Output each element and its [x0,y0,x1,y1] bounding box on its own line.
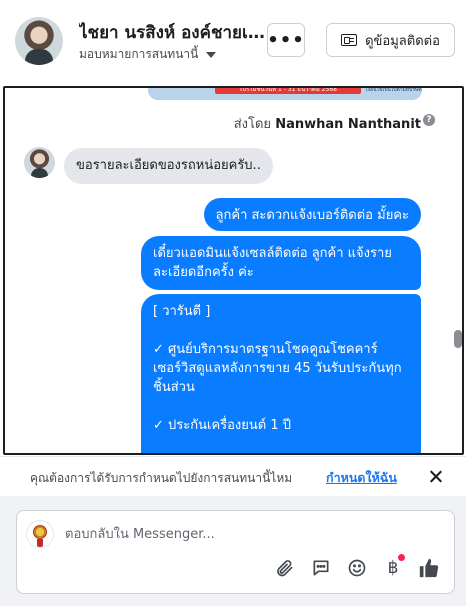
sent-by-name: Nanwhan Nanthanit [275,117,421,132]
assign-question: คุณต้องการได้รับการกำหนดไปยังการสนทนานี้… [30,471,293,485]
close-icon[interactable] [427,468,445,486]
details-heading: [ วารันตี ] [153,304,211,319]
conversation-header: ไชยา นรสิงห์ องค์ชายเจ้... มอบหมายการสนท… [0,0,466,84]
contact-name[interactable]: ไชยา นรสิงห์ องค์ชายเจ้... [79,19,265,46]
baht-icon[interactable]: ฿ [382,554,405,579]
composer-area: ฿ [0,496,466,606]
assign-prompt-bar: คุณต้องการได้รับการกำหนดไปยังการสนทนานี้… [0,456,466,496]
thumbs-up-icon[interactable] [418,557,440,579]
more-icon: ••• [267,29,305,51]
emoji-icon[interactable] [346,557,368,579]
more-options-button[interactable]: ••• [267,23,305,57]
outgoing-message[interactable]: ลูกค้า สะดวกแจ้งเบอร์ติดต่อ มั้ยคะ [203,198,421,231]
view-contact-button[interactable]: ดูข้อมูลติดต่อ [326,23,455,57]
caret-down-icon [206,51,217,58]
promo-small-text: เงื่อนไขเป็นไปตามที่บริษัทกำหนด [366,87,422,93]
details-item: ✓ ประกันเครื่องยนต์ 1 ปี [153,418,292,433]
incoming-message[interactable]: ขอรายละเอียดของรถหน่อยครับ.. [64,148,273,184]
view-contact-label: ดูข้อมูลติดต่อ [365,33,440,49]
assign-conversation-label: มอบหมายการสนทนานี้ [79,47,199,61]
promo-banner-text: โปรโมชั่นวันที่ 1 - 31 ธันวาคม 2568 [215,88,361,94]
sent-by-label: ส่งโดย Nanwhan Nanthanit [234,113,421,134]
paperclip-icon[interactable] [274,557,296,579]
assign-to-me-link[interactable]: กำหนดให้ฉัน [326,468,397,488]
reply-input[interactable] [65,523,425,545]
assign-conversation-dropdown[interactable]: มอบหมายการสนทนานี้ [79,45,217,64]
sent-by-prefix: ส่งโดย [233,117,272,132]
sender-avatar[interactable] [24,147,55,178]
composer-toolbar: ฿ [274,554,440,579]
reply-composer: ฿ [16,510,455,594]
contact-card-icon [341,34,358,46]
promo-image-attachment[interactable]: โปรโมชั่นวันที่ 1 - 31 ธันวาคม 2568 เงื่… [148,87,422,100]
chat-icon[interactable] [310,557,332,579]
contact-avatar[interactable] [15,17,63,65]
outgoing-message[interactable]: เดี๋ยวแอดมินแจ้งเซลล์ติดต่อ ลูกค้า แจ้งร… [141,236,421,290]
message-thread[interactable]: โปรโมชั่นวันที่ 1 - 31 ธันวาคม 2568 เงื่… [3,86,464,455]
page-avatar [26,520,54,548]
outgoing-message[interactable]: [ วารันตี ] ✓ ศูนย์บริการมาตรฐานโชคคูณโช… [141,294,421,453]
details-item: ✓ ศูนย์บริการมาตรฐานโชคคูณโชคคาร์ เซอร์ว… [153,342,402,395]
thread-scrollbar[interactable] [454,330,462,348]
info-icon[interactable]: ? [423,114,435,126]
notification-dot [398,554,405,561]
